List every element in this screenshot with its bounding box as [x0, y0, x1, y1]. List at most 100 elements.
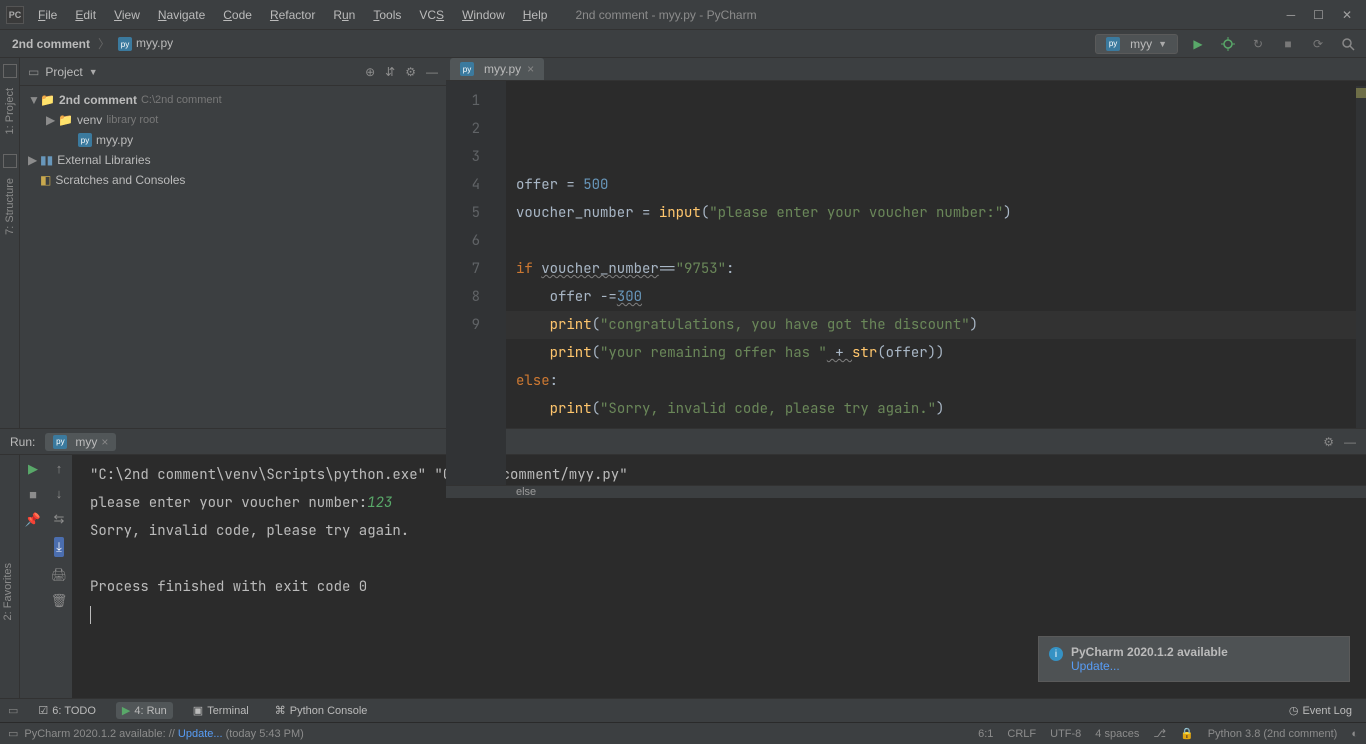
settings-icon[interactable]: ⚙ — [405, 65, 416, 79]
menu-edit[interactable]: Edit — [67, 4, 104, 26]
project-stripe-icon[interactable] — [3, 64, 17, 78]
editor-breadcrumb[interactable]: else — [446, 485, 1366, 498]
menu-help[interactable]: Help — [515, 4, 556, 26]
pin-icon[interactable]: 📌 — [25, 512, 41, 528]
warning-marker[interactable] — [1356, 88, 1366, 98]
file-encoding[interactable]: UTF-8 — [1050, 728, 1081, 740]
menu-tools[interactable]: Tools — [365, 4, 409, 26]
menu-view[interactable]: View — [106, 4, 148, 26]
project-path: C:\2nd comment — [141, 94, 222, 106]
hide-panel-icon[interactable]: — — [426, 65, 438, 79]
folder-icon: 📁 — [40, 93, 55, 107]
run-config-selector[interactable]: py myy ▼ — [1095, 34, 1178, 54]
editor-tabs: py myy.py × — [446, 58, 1366, 81]
error-stripe[interactable] — [1356, 86, 1366, 428]
tab-todo[interactable]: ☑6: TODO — [32, 702, 101, 719]
minimize-button[interactable]: ─ — [1287, 8, 1296, 22]
scroll-to-end-icon[interactable]: ⤓ — [54, 537, 64, 557]
app-icon: PC — [6, 6, 24, 24]
main-area: 1: Project 7: Structure ▭ Project ▼ ⊕ ⇵ … — [0, 58, 1366, 428]
breadcrumb-file[interactable]: pymyy.py — [114, 34, 177, 54]
locate-icon[interactable]: ⊕ — [365, 65, 375, 79]
run-tab-myy[interactable]: py myy × — [45, 433, 116, 451]
update-project-button[interactable]: ⟳ — [1308, 34, 1328, 54]
tab-python-console[interactable]: ⌘Python Console — [269, 702, 374, 719]
search-everywhere-button[interactable] — [1338, 34, 1358, 54]
run-config-name: myy — [1130, 37, 1152, 51]
up-icon[interactable]: ↑ — [56, 461, 63, 476]
status-bar: ▭ PyCharm 2020.1.2 available: // Update.… — [0, 722, 1366, 744]
structure-stripe-icon[interactable] — [3, 154, 17, 168]
tree-venv[interactable]: ▶ 📁 venv library root — [20, 110, 446, 130]
run-toolbar-primary: ▶ ■ 📌 — [20, 455, 46, 698]
tree-scratches[interactable]: ◧ Scratches and Consoles — [20, 170, 446, 190]
maximize-button[interactable]: ☐ — [1313, 8, 1324, 22]
editor-tab-myy[interactable]: py myy.py × — [450, 58, 544, 80]
close-icon[interactable]: × — [101, 435, 108, 449]
line-separator[interactable]: CRLF — [1007, 728, 1036, 740]
debug-button[interactable] — [1218, 34, 1238, 54]
readonly-icon[interactable]: 🔒 — [1180, 727, 1194, 740]
tree-arrow-collapsed[interactable]: ▶ — [46, 113, 58, 127]
menu-window[interactable]: Window — [454, 4, 513, 26]
indent-settings[interactable]: 4 spaces — [1095, 728, 1139, 740]
caret-position[interactable]: 6:1 — [978, 728, 993, 740]
stop-button[interactable]: ■ — [29, 487, 37, 502]
status-icon[interactable]: ▭ — [8, 727, 18, 740]
notification-title: PyCharm 2020.1.2 available — [1071, 645, 1228, 659]
soft-wrap-icon[interactable]: ⇆ — [54, 511, 65, 527]
project-panel-header: ▭ Project ▼ ⊕ ⇵ ⚙ — — [20, 58, 446, 86]
code-area[interactable]: offer = 500voucher_number = input("pleas… — [506, 81, 1366, 485]
line-number-gutter: 123456789 — [446, 81, 488, 485]
notification-balloon[interactable]: i PyCharm 2020.1.2 available Update... — [1038, 636, 1350, 682]
menu-code[interactable]: Code — [215, 4, 260, 26]
clear-all-icon[interactable]: 🗑 — [51, 593, 68, 609]
tab-run[interactable]: ▶4: Run — [116, 702, 173, 719]
tree-external-libs[interactable]: ▶ ▮▮ External Libraries — [20, 150, 446, 170]
close-button[interactable]: ✕ — [1342, 8, 1352, 22]
tree-arrow-collapsed[interactable]: ▶ — [28, 153, 40, 167]
print-icon[interactable]: 🖨 — [51, 567, 68, 583]
file-name: myy.py — [96, 133, 133, 147]
status-message: PyCharm 2020.1.2 available: // Update...… — [24, 728, 303, 740]
chevron-down-icon[interactable]: ▼ — [89, 67, 98, 77]
run-with-coverage-button[interactable]: ↻ — [1248, 34, 1268, 54]
stripe-structure[interactable]: 7: Structure — [2, 170, 18, 243]
menu-navigate[interactable]: Navigate — [150, 4, 213, 26]
breadcrumb-project[interactable]: 2nd comment — [8, 35, 94, 53]
tree-arrow-expanded[interactable]: ▼ — [28, 93, 40, 107]
window-controls: ─ ☐ ✕ — [1287, 8, 1352, 22]
python-file-icon: py — [118, 37, 132, 51]
down-icon[interactable]: ↓ — [56, 486, 63, 501]
stripe-project[interactable]: 1: Project — [2, 80, 18, 142]
window-title: 2nd comment - myy.py - PyCharm — [575, 8, 1286, 22]
menu-vcs[interactable]: VCS — [411, 4, 452, 26]
rerun-button[interactable]: ▶ — [28, 461, 38, 477]
inspection-icon[interactable]: ◐ — [1351, 728, 1358, 740]
run-button[interactable]: ▶ — [1188, 34, 1208, 54]
python-interpreter[interactable]: Python 3.8 (2nd comment) — [1208, 728, 1338, 740]
git-branch-icon[interactable]: ⎇ — [1153, 727, 1166, 740]
collapse-icon[interactable]: ⇵ — [385, 65, 395, 79]
menu-file[interactable]: File — [30, 4, 65, 26]
project-tree[interactable]: ▼ 📁 2nd comment C:\2nd comment ▶ 📁 venv … — [20, 86, 446, 194]
stripe-favorites[interactable]: 2: Favorites — [0, 555, 16, 628]
menu-refactor[interactable]: Refactor — [262, 4, 323, 26]
tab-terminal[interactable]: ▣Terminal — [187, 702, 255, 719]
tab-event-log[interactable]: ◷Event Log — [1283, 702, 1358, 719]
editor: py myy.py × 123456789 offer = 500voucher… — [446, 58, 1366, 428]
favorites-stripe: 2: Favorites — [0, 455, 20, 698]
editor-body[interactable]: 123456789 offer = 500voucher_number = in… — [446, 81, 1366, 485]
notification-update-link[interactable]: Update... — [1071, 659, 1228, 673]
menu-run[interactable]: Run — [325, 4, 363, 26]
venv-label: venv — [77, 113, 102, 127]
library-icon: ▮▮ — [40, 153, 53, 167]
bottom-stripe-icon[interactable]: ▭ — [8, 704, 18, 717]
stop-button[interactable]: ■ — [1278, 34, 1298, 54]
status-update-link[interactable]: Update... — [178, 728, 223, 740]
tree-file-myy[interactable]: py myy.py — [20, 130, 446, 150]
project-panel-title[interactable]: Project — [45, 65, 82, 79]
tree-project-root[interactable]: ▼ 📁 2nd comment C:\2nd comment — [20, 90, 446, 110]
folder-icon: 📁 — [58, 113, 73, 127]
close-icon[interactable]: × — [527, 62, 534, 76]
